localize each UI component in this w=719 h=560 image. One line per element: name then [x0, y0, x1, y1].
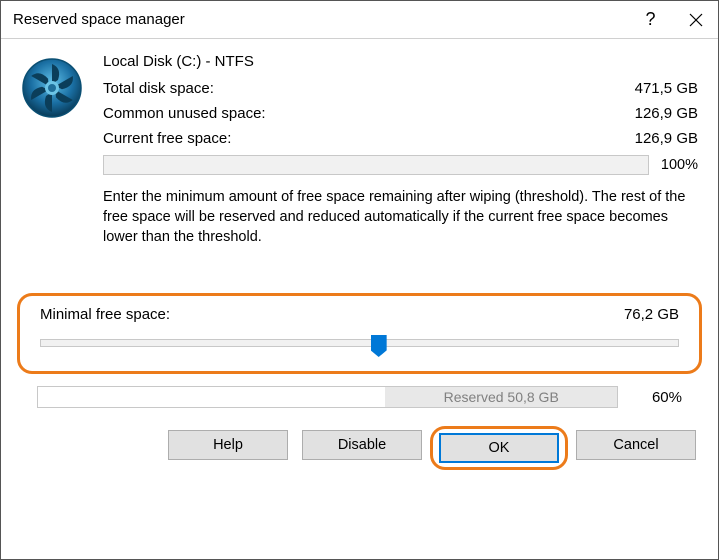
description-text: Enter the minimum amount of free space r… — [103, 187, 698, 247]
close-icon[interactable] — [673, 1, 718, 39]
help-button[interactable]: Help — [168, 430, 288, 460]
reserved-percent: 60% — [630, 389, 682, 406]
disable-button[interactable]: Disable — [302, 430, 422, 460]
free-space-label: Current free space: — [103, 130, 231, 147]
reserved-label: Reserved 50,8 GB — [444, 389, 559, 405]
minimal-free-slider[interactable] — [40, 333, 679, 355]
help-icon[interactable]: ? — [628, 1, 673, 39]
button-row: Help Disable OK Cancel — [21, 430, 698, 466]
drive-name: Local Disk (C:) - NTFS — [103, 53, 698, 70]
free-space-percent: 100% — [661, 157, 698, 173]
unused-space-label: Common unused space: — [103, 105, 266, 122]
slider-highlight: Minimal free space: 76,2 GB — [17, 293, 702, 374]
cancel-button[interactable]: Cancel — [576, 430, 696, 460]
window-title: Reserved space manager — [13, 11, 628, 28]
slider-thumb-icon[interactable] — [371, 335, 387, 357]
free-space-value: 126,9 GB — [635, 130, 698, 147]
total-space-label: Total disk space: — [103, 80, 214, 97]
app-icon — [21, 57, 89, 119]
minimal-free-label: Minimal free space: — [40, 306, 170, 323]
free-space-progress — [103, 155, 649, 175]
ok-button[interactable]: OK — [439, 433, 559, 463]
minimal-free-value: 76,2 GB — [624, 306, 679, 323]
ok-highlight: OK — [430, 426, 568, 470]
unused-space-value: 126,9 GB — [635, 105, 698, 122]
reserved-progress: Reserved 50,8 GB — [37, 386, 618, 408]
titlebar: Reserved space manager ? — [1, 1, 718, 39]
dialog-content: Local Disk (C:) - NTFS Total disk space:… — [1, 39, 718, 482]
total-space-value: 471,5 GB — [635, 80, 698, 97]
